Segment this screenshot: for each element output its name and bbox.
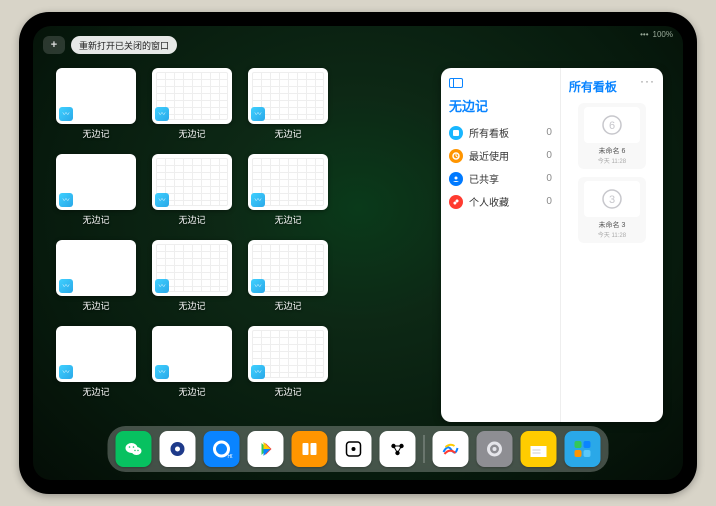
freeform-app-icon: 〰 [59,193,73,207]
freeform-app-icon: 〰 [251,365,265,379]
window-thumbnail[interactable]: 〰无边记 [149,68,235,144]
dock-app-books[interactable] [292,431,328,467]
freeform-app-icon: 〰 [59,107,73,121]
dock-app-browser-hd[interactable]: HD [204,431,240,467]
sidebar-toggle-row[interactable] [449,78,552,88]
sidebar-item[interactable]: 所有看板 0 [449,125,552,140]
window-thumbnail[interactable]: 〰无边记 [149,326,235,402]
dock-app-wechat[interactable] [116,431,152,467]
sidebar-item-count: 0 [546,196,552,207]
signal-indicator: ••• [640,30,648,39]
sidebar-item[interactable]: 最近使用 0 [449,148,552,163]
sidebar-item[interactable]: 个人收藏 0 [449,194,552,209]
battery-indicator: 100% [653,30,673,39]
board-name: 未命名 6 [599,146,626,156]
freeform-app-icon: 〰 [59,279,73,293]
dock-app-freeform[interactable] [433,431,469,467]
dock-app-dice[interactable] [336,431,372,467]
board-canvas: 3 [584,181,640,217]
window-label: 无边记 [82,213,109,226]
ipad-frame: ••• 100% + 重新打开已关闭的窗口 〰无边记〰无边记〰无边记〰无边记〰无… [19,12,697,494]
sidebar-item-icon [449,126,463,140]
window-label: 无边记 [82,127,109,140]
svg-text:3: 3 [609,194,615,206]
freeform-app-icon: 〰 [155,107,169,121]
sidebar-item-icon [449,149,463,163]
board-name: 未命名 3 [599,220,626,230]
screen: ••• 100% + 重新打开已关闭的窗口 〰无边记〰无边记〰无边记〰无边记〰无… [33,26,683,480]
board-canvas: 6 [584,107,640,143]
sidebar-item-count: 0 [546,173,552,184]
freeform-app-icon: 〰 [251,107,265,121]
board-thumbnail[interactable]: 6 未命名 6今天 11:28 [578,103,646,169]
board-time: 今天 11:28 [598,230,626,239]
sidebar-item[interactable]: 已共享 0 [449,171,552,186]
status-bar: ••• 100% [640,30,673,39]
dock-app-app-library[interactable] [565,431,601,467]
reopen-closed-window-button[interactable]: 重新打开已关闭的窗口 [71,36,177,54]
window-thumbnail[interactable]: 〰无边记 [245,326,331,402]
freeform-app-icon: 〰 [251,279,265,293]
dock-separator [424,435,425,463]
freeform-app-icon: 〰 [155,279,169,293]
more-button[interactable]: ··· [640,74,655,88]
sidebar-item-count: 0 [546,127,552,138]
window-label: 无边记 [178,299,205,312]
new-window-button[interactable]: + [43,36,65,54]
window-thumbnail[interactable]: 〰无边记 [53,68,139,144]
freeform-app-icon: 〰 [59,365,73,379]
sidebar-title: 无边记 [449,96,552,115]
svg-text:6: 6 [609,120,615,132]
dock: HD [108,426,609,472]
dock-app-notes[interactable] [521,431,557,467]
window-label: 无边记 [178,127,205,140]
window-label: 无边记 [82,385,109,398]
window-thumbnail[interactable]: 〰无边记 [53,240,139,316]
window-thumbnail[interactable]: 〰无边记 [149,240,235,316]
freeform-app-icon: 〰 [155,193,169,207]
dock-app-settings[interactable] [477,431,513,467]
app-expose-overview: 〰无边记〰无边记〰无边记〰无边记〰无边记〰无边记〰无边记〰无边记〰无边记〰无边记… [53,68,663,422]
window-label: 无边记 [274,299,301,312]
freeform-main-window[interactable]: 无边记 所有看板0最近使用0已共享0个人收藏0 ··· 所有看板 6未命名 6今… [441,68,663,422]
sidebar-item-label: 已共享 [469,171,499,186]
board-thumbnail[interactable]: 3 未命名 3今天 11:28 [578,177,646,243]
window-label: 无边记 [178,385,205,398]
window-grid: 〰无边记〰无边记〰无边记〰无边记〰无边记〰无边记〰无边记〰无边记〰无边记〰无边记… [53,68,427,422]
board-time: 今天 11:28 [598,156,626,165]
window-label: 无边记 [274,213,301,226]
window-thumbnail[interactable]: 〰无边记 [245,240,331,316]
window-thumbnail[interactable]: 〰无边记 [53,154,139,230]
sidebar-item-label: 个人收藏 [469,194,509,209]
window-thumbnail[interactable]: 〰无边记 [245,154,331,230]
window-thumbnail[interactable]: 〰无边记 [245,68,331,144]
sidebar-item-count: 0 [546,150,552,161]
window-label: 无边记 [82,299,109,312]
svg-text:HD: HD [228,454,233,460]
window-label: 无边记 [178,213,205,226]
freeform-board-list: ··· 所有看板 6未命名 6今天 11:283未命名 3今天 11:28 [561,68,663,422]
sidebar-item-label: 所有看板 [469,125,509,140]
freeform-app-icon: 〰 [155,365,169,379]
sidebar-item-icon [449,172,463,186]
freeform-sidebar: 无边记 所有看板 0 最近使用 0 已共享 0 个人收藏 0 [441,68,561,422]
topbar: + 重新打开已关闭的窗口 [43,36,177,54]
sidebar-item-icon [449,195,463,209]
window-thumbnail[interactable]: 〰无边记 [149,154,235,230]
dock-app-quark[interactable] [160,431,196,467]
dock-app-play[interactable] [248,431,284,467]
window-thumbnail[interactable]: 〰无边记 [53,326,139,402]
sidebar-icon [449,78,463,88]
freeform-app-icon: 〰 [251,193,265,207]
window-label: 无边记 [274,127,301,140]
dock-app-contacts-alt[interactable] [380,431,416,467]
window-label: 无边记 [274,385,301,398]
sidebar-item-label: 最近使用 [469,148,509,163]
